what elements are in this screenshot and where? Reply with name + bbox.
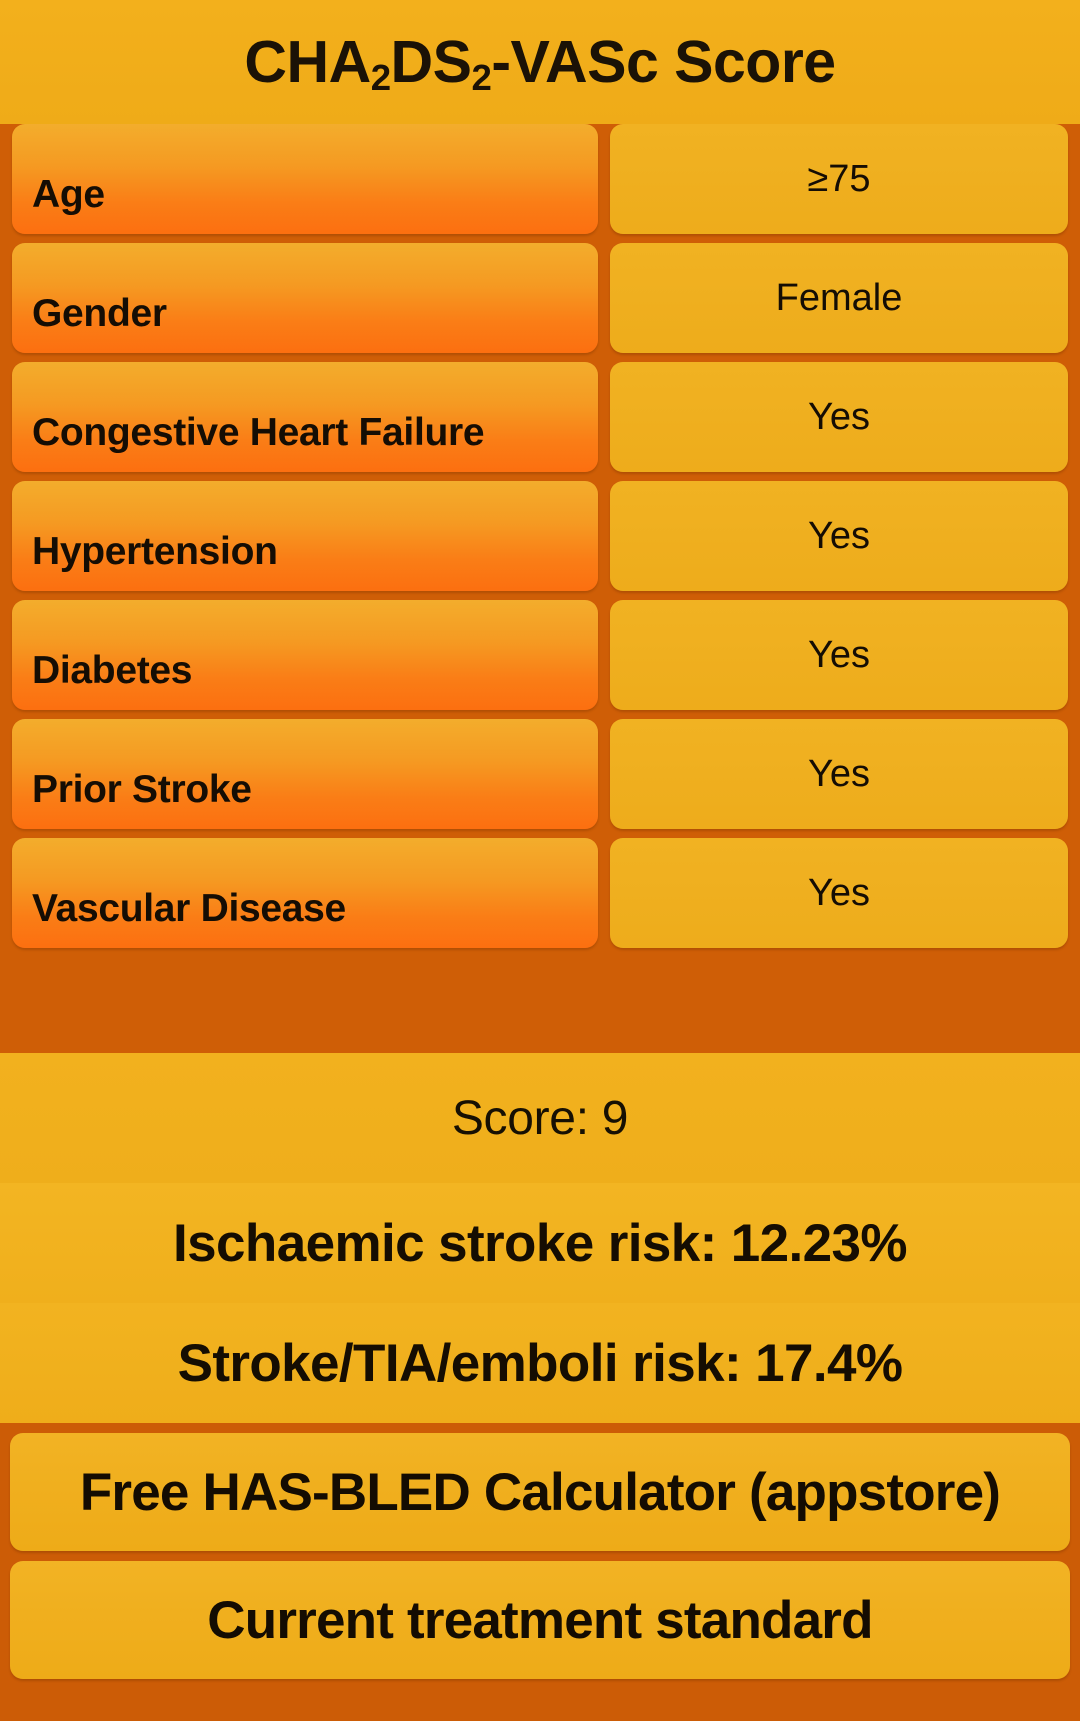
current-treatment-standard-label: Current treatment standard [207,1590,873,1650]
ischaemic-stroke-risk-value: Ischaemic stroke risk: 12.23% [173,1213,908,1273]
criteria-row: Gender Female [0,243,1080,362]
criteria-label-button-diabetes[interactable]: Diabetes [12,600,598,710]
criteria-value-button-congestive-heart-failure[interactable]: Yes [610,362,1068,472]
current-treatment-standard-button[interactable]: Current treatment standard [10,1561,1070,1679]
has-bled-calculator-button[interactable]: Free HAS-BLED Calculator (appstore) [10,1433,1070,1551]
app-root: CHA2DS2-VASc Score Age ≥75 Gender Female… [0,0,1080,1721]
criteria-label-button-prior-stroke[interactable]: Prior Stroke [12,719,598,829]
ischaemic-stroke-risk-band: Ischaemic stroke risk: 12.23% [0,1183,1080,1303]
criteria-value: Yes [808,872,870,914]
criteria-value-button-diabetes[interactable]: Yes [610,600,1068,710]
criteria-label: Hypertension [32,530,278,573]
page-title: CHA2DS2-VASc Score [244,32,836,95]
title-bar: CHA2DS2-VASc Score [0,0,1080,124]
criteria-label: Prior Stroke [32,768,252,811]
criteria-value: Female [775,277,903,319]
title-subscript-1: 2 [370,56,391,98]
action-button-group: Free HAS-BLED Calculator (appstore) Curr… [0,1423,1080,1721]
score-band: Score: 9 [0,1053,1080,1183]
criteria-label-button-age[interactable]: Age [12,124,598,234]
criteria-value: ≥75 [807,158,871,200]
criteria-list[interactable]: Age ≥75 Gender Female Congestive Heart F… [0,124,1080,1053]
criteria-value: Yes [808,515,870,557]
criteria-row: Hypertension Yes [0,481,1080,600]
criteria-row: Congestive Heart Failure Yes [0,362,1080,481]
criteria-value-button-prior-stroke[interactable]: Yes [610,719,1068,829]
criteria-label: Diabetes [32,649,193,692]
criteria-label: Age [32,173,105,216]
criteria-value: Yes [808,396,870,438]
criteria-value: Yes [808,753,870,795]
criteria-label-button-gender[interactable]: Gender [12,243,598,353]
criteria-value-button-hypertension[interactable]: Yes [610,481,1068,591]
title-subscript-2: 2 [471,56,492,98]
title-part-cha: CHA [244,28,371,95]
criteria-value-button-gender[interactable]: Female [610,243,1068,353]
score-value: Score: 9 [451,1091,629,1145]
criteria-label-button-congestive-heart-failure[interactable]: Congestive Heart Failure [12,362,598,472]
has-bled-calculator-label: Free HAS-BLED Calculator (appstore) [79,1462,1001,1522]
criteria-row: Prior Stroke Yes [0,719,1080,838]
criteria-row: Age ≥75 [0,124,1080,243]
criteria-row: Diabetes Yes [0,600,1080,719]
criteria-label: Congestive Heart Failure [32,411,485,454]
criteria-label-button-vascular-disease[interactable]: Vascular Disease [12,838,598,948]
criteria-value-button-vascular-disease[interactable]: Yes [610,838,1068,948]
criteria-value-button-age[interactable]: ≥75 [610,124,1068,234]
title-part-ds: DS [390,28,472,95]
criteria-label-button-hypertension[interactable]: Hypertension [12,481,598,591]
stroke-tia-emboli-risk-band: Stroke/TIA/emboli risk: 17.4% [0,1303,1080,1423]
criteria-value: Yes [808,634,870,676]
criteria-label: Gender [32,292,167,335]
criteria-row: Vascular Disease Yes [0,838,1080,957]
title-part-vasc: -VASc Score [491,28,836,95]
stroke-tia-emboli-risk-value: Stroke/TIA/emboli risk: 17.4% [177,1333,903,1393]
criteria-label: Vascular Disease [32,887,346,930]
